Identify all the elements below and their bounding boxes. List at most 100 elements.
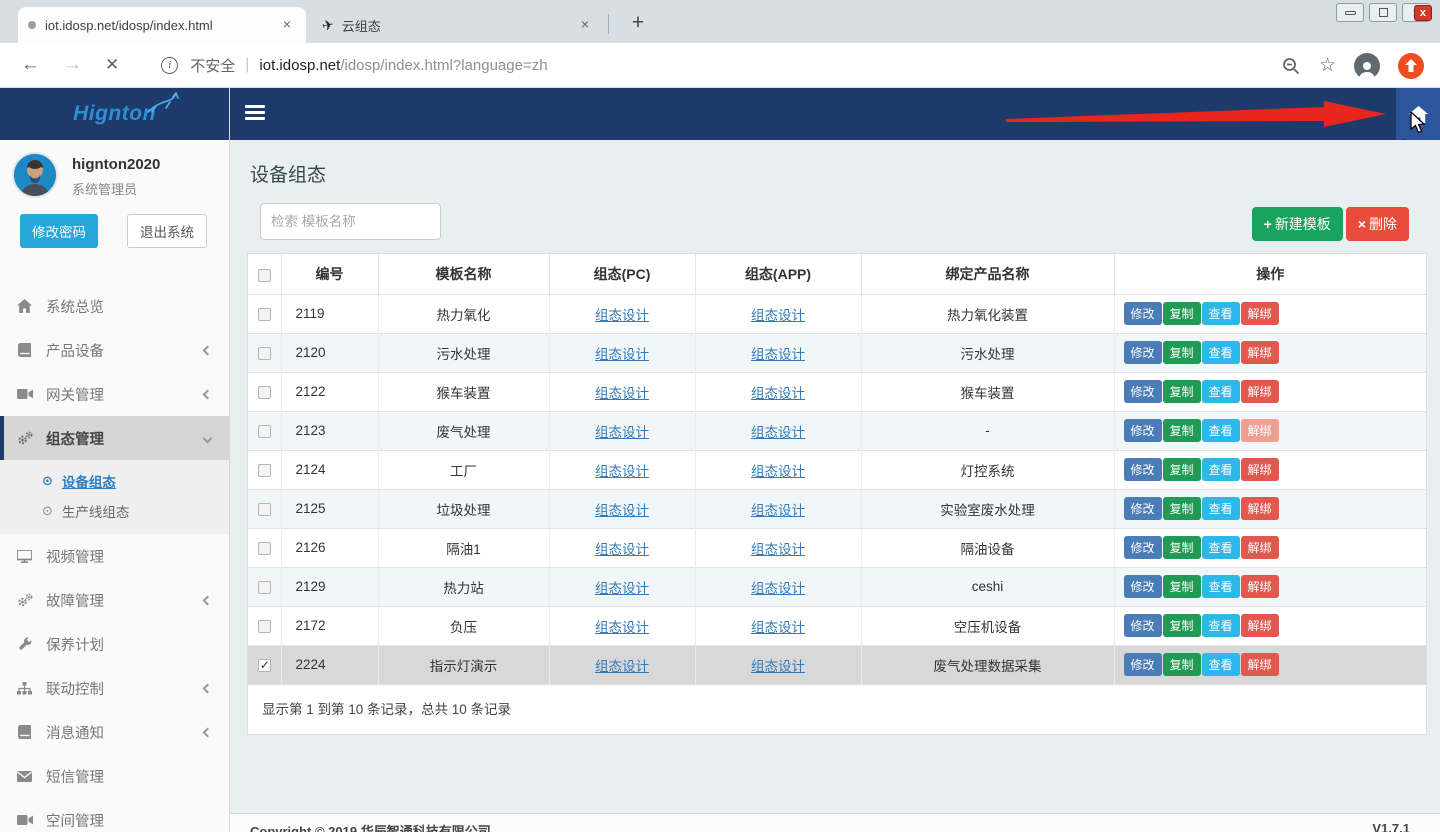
minimize-button[interactable] [1336, 3, 1364, 22]
view-button[interactable]: 查看 [1202, 575, 1240, 598]
pc-config-link[interactable]: 组态设计 [595, 581, 649, 596]
pc-config-link[interactable]: 组态设计 [595, 659, 649, 674]
bookmark-star-icon[interactable]: ☆ [1319, 54, 1336, 77]
tab-close-icon[interactable]: × [576, 16, 594, 34]
app-config-link[interactable]: 组态设计 [751, 308, 805, 323]
sidebar-item-configuration[interactable]: 组态管理 [0, 416, 229, 460]
sidebar-item-linkage[interactable]: 联动控制 [0, 666, 229, 710]
restore-button[interactable] [1369, 3, 1397, 22]
row-checkbox[interactable] [258, 347, 271, 360]
sidebar-item-video[interactable]: 视频管理 [0, 534, 229, 578]
pc-config-link[interactable]: 组态设计 [595, 620, 649, 635]
edit-button[interactable]: 修改 [1124, 497, 1162, 520]
edit-button[interactable]: 修改 [1124, 575, 1162, 598]
sidebar-item-system-overview[interactable]: 系统总览 [0, 284, 229, 328]
url-field[interactable]: 不安全 | iot.idosp.net/idosp/index.html?lan… [190, 55, 547, 76]
unbind-button[interactable]: 解绑 [1241, 614, 1279, 637]
copy-button[interactable]: 复制 [1163, 302, 1201, 325]
view-button[interactable]: 查看 [1202, 419, 1240, 442]
pc-config-link[interactable]: 组态设计 [595, 308, 649, 323]
home-button[interactable] [1396, 88, 1440, 140]
new-template-button[interactable]: +新建模板 [1252, 207, 1343, 241]
zoom-out-icon[interactable] [1281, 56, 1301, 76]
new-tab-button[interactable]: + [624, 10, 652, 38]
extension-icon[interactable] [1398, 53, 1424, 79]
app-config-link[interactable]: 组态设计 [751, 347, 805, 362]
sidebar-item-space[interactable]: 空间管理 [0, 798, 229, 832]
pc-config-link[interactable]: 组态设计 [595, 347, 649, 362]
unbind-button[interactable]: 解绑 [1241, 341, 1279, 364]
close-button[interactable]: × x [1402, 3, 1430, 22]
unbind-button[interactable]: 解绑 [1241, 536, 1279, 559]
copy-button[interactable]: 复制 [1163, 380, 1201, 403]
edit-button[interactable]: 修改 [1124, 536, 1162, 559]
delete-button[interactable]: ×删除 [1346, 207, 1409, 241]
row-checkbox[interactable] [258, 581, 271, 594]
browser-tab-inactive[interactable]: ✈ 云组态 × [312, 7, 604, 43]
unbind-button[interactable]: 解绑 [1241, 302, 1279, 325]
edit-button[interactable]: 修改 [1124, 653, 1162, 676]
page-info-icon[interactable]: i [161, 57, 178, 74]
row-checkbox[interactable] [258, 542, 271, 555]
copy-button[interactable]: 复制 [1163, 653, 1201, 676]
stop-icon[interactable]: ✕ [105, 55, 119, 75]
copy-button[interactable]: 复制 [1163, 419, 1201, 442]
app-config-link[interactable]: 组态设计 [751, 464, 805, 479]
copy-button[interactable]: 复制 [1163, 536, 1201, 559]
unbind-button[interactable]: 解绑 [1241, 653, 1279, 676]
edit-button[interactable]: 修改 [1124, 458, 1162, 481]
logout-button[interactable]: 退出系统 [127, 214, 207, 248]
row-checkbox[interactable] [258, 620, 271, 633]
back-icon[interactable]: ← [21, 54, 40, 76]
view-button[interactable]: 查看 [1202, 380, 1240, 403]
row-checkbox[interactable] [258, 308, 271, 321]
app-config-link[interactable]: 组态设计 [751, 659, 805, 674]
app-config-link[interactable]: 组态设计 [751, 425, 805, 440]
copy-button[interactable]: 复制 [1163, 614, 1201, 637]
app-config-link[interactable]: 组态设计 [751, 581, 805, 596]
app-config-link[interactable]: 组态设计 [751, 503, 805, 518]
app-config-link[interactable]: 组态设计 [751, 620, 805, 635]
change-password-button[interactable]: 修改密码 [20, 214, 98, 248]
edit-button[interactable]: 修改 [1124, 380, 1162, 403]
app-config-link[interactable]: 组态设计 [751, 542, 805, 557]
profile-avatar-icon[interactable] [1354, 53, 1380, 79]
row-checkbox[interactable] [258, 659, 271, 672]
browser-tab-active[interactable]: iot.idosp.net/idosp/index.html × [18, 7, 306, 43]
pc-config-link[interactable]: 组态设计 [595, 464, 649, 479]
unbind-button[interactable]: 解绑 [1241, 497, 1279, 520]
search-input[interactable] [260, 203, 441, 240]
pc-config-link[interactable]: 组态设计 [595, 542, 649, 557]
sidebar-subitem-device-config[interactable]: ⊙ 设备组态 [0, 466, 229, 496]
forward-icon[interactable]: → [63, 54, 82, 76]
view-button[interactable]: 查看 [1202, 536, 1240, 559]
pc-config-link[interactable]: 组态设计 [595, 386, 649, 401]
app-config-link[interactable]: 组态设计 [751, 386, 805, 401]
unbind-button[interactable]: 解绑 [1241, 458, 1279, 481]
sidebar-item-maintenance[interactable]: 保养计划 [0, 622, 229, 666]
tab-close-icon[interactable]: × [278, 16, 296, 34]
unbind-button[interactable]: 解绑 [1241, 575, 1279, 598]
row-checkbox[interactable] [258, 425, 271, 438]
view-button[interactable]: 查看 [1202, 497, 1240, 520]
row-checkbox[interactable] [258, 464, 271, 477]
sidebar-item-gateway[interactable]: 网关管理 [0, 372, 229, 416]
copy-button[interactable]: 复制 [1163, 575, 1201, 598]
view-button[interactable]: 查看 [1202, 458, 1240, 481]
view-button[interactable]: 查看 [1202, 341, 1240, 364]
select-all-checkbox[interactable] [258, 269, 271, 282]
unbind-button[interactable]: 解绑 [1241, 419, 1279, 442]
copy-button[interactable]: 复制 [1163, 497, 1201, 520]
edit-button[interactable]: 修改 [1124, 419, 1162, 442]
sidebar-subitem-line-config[interactable]: ⊙ 生产线组态 [0, 496, 229, 526]
view-button[interactable]: 查看 [1202, 653, 1240, 676]
copy-button[interactable]: 复制 [1163, 458, 1201, 481]
sidebar-item-notification[interactable]: 消息通知 [0, 710, 229, 754]
sidebar-item-sms[interactable]: 短信管理 [0, 754, 229, 798]
view-button[interactable]: 查看 [1202, 302, 1240, 325]
hamburger-menu-icon[interactable] [245, 105, 265, 123]
sidebar-item-fault[interactable]: 故障管理 [0, 578, 229, 622]
pc-config-link[interactable]: 组态设计 [595, 503, 649, 518]
view-button[interactable]: 查看 [1202, 614, 1240, 637]
unbind-button[interactable]: 解绑 [1241, 380, 1279, 403]
